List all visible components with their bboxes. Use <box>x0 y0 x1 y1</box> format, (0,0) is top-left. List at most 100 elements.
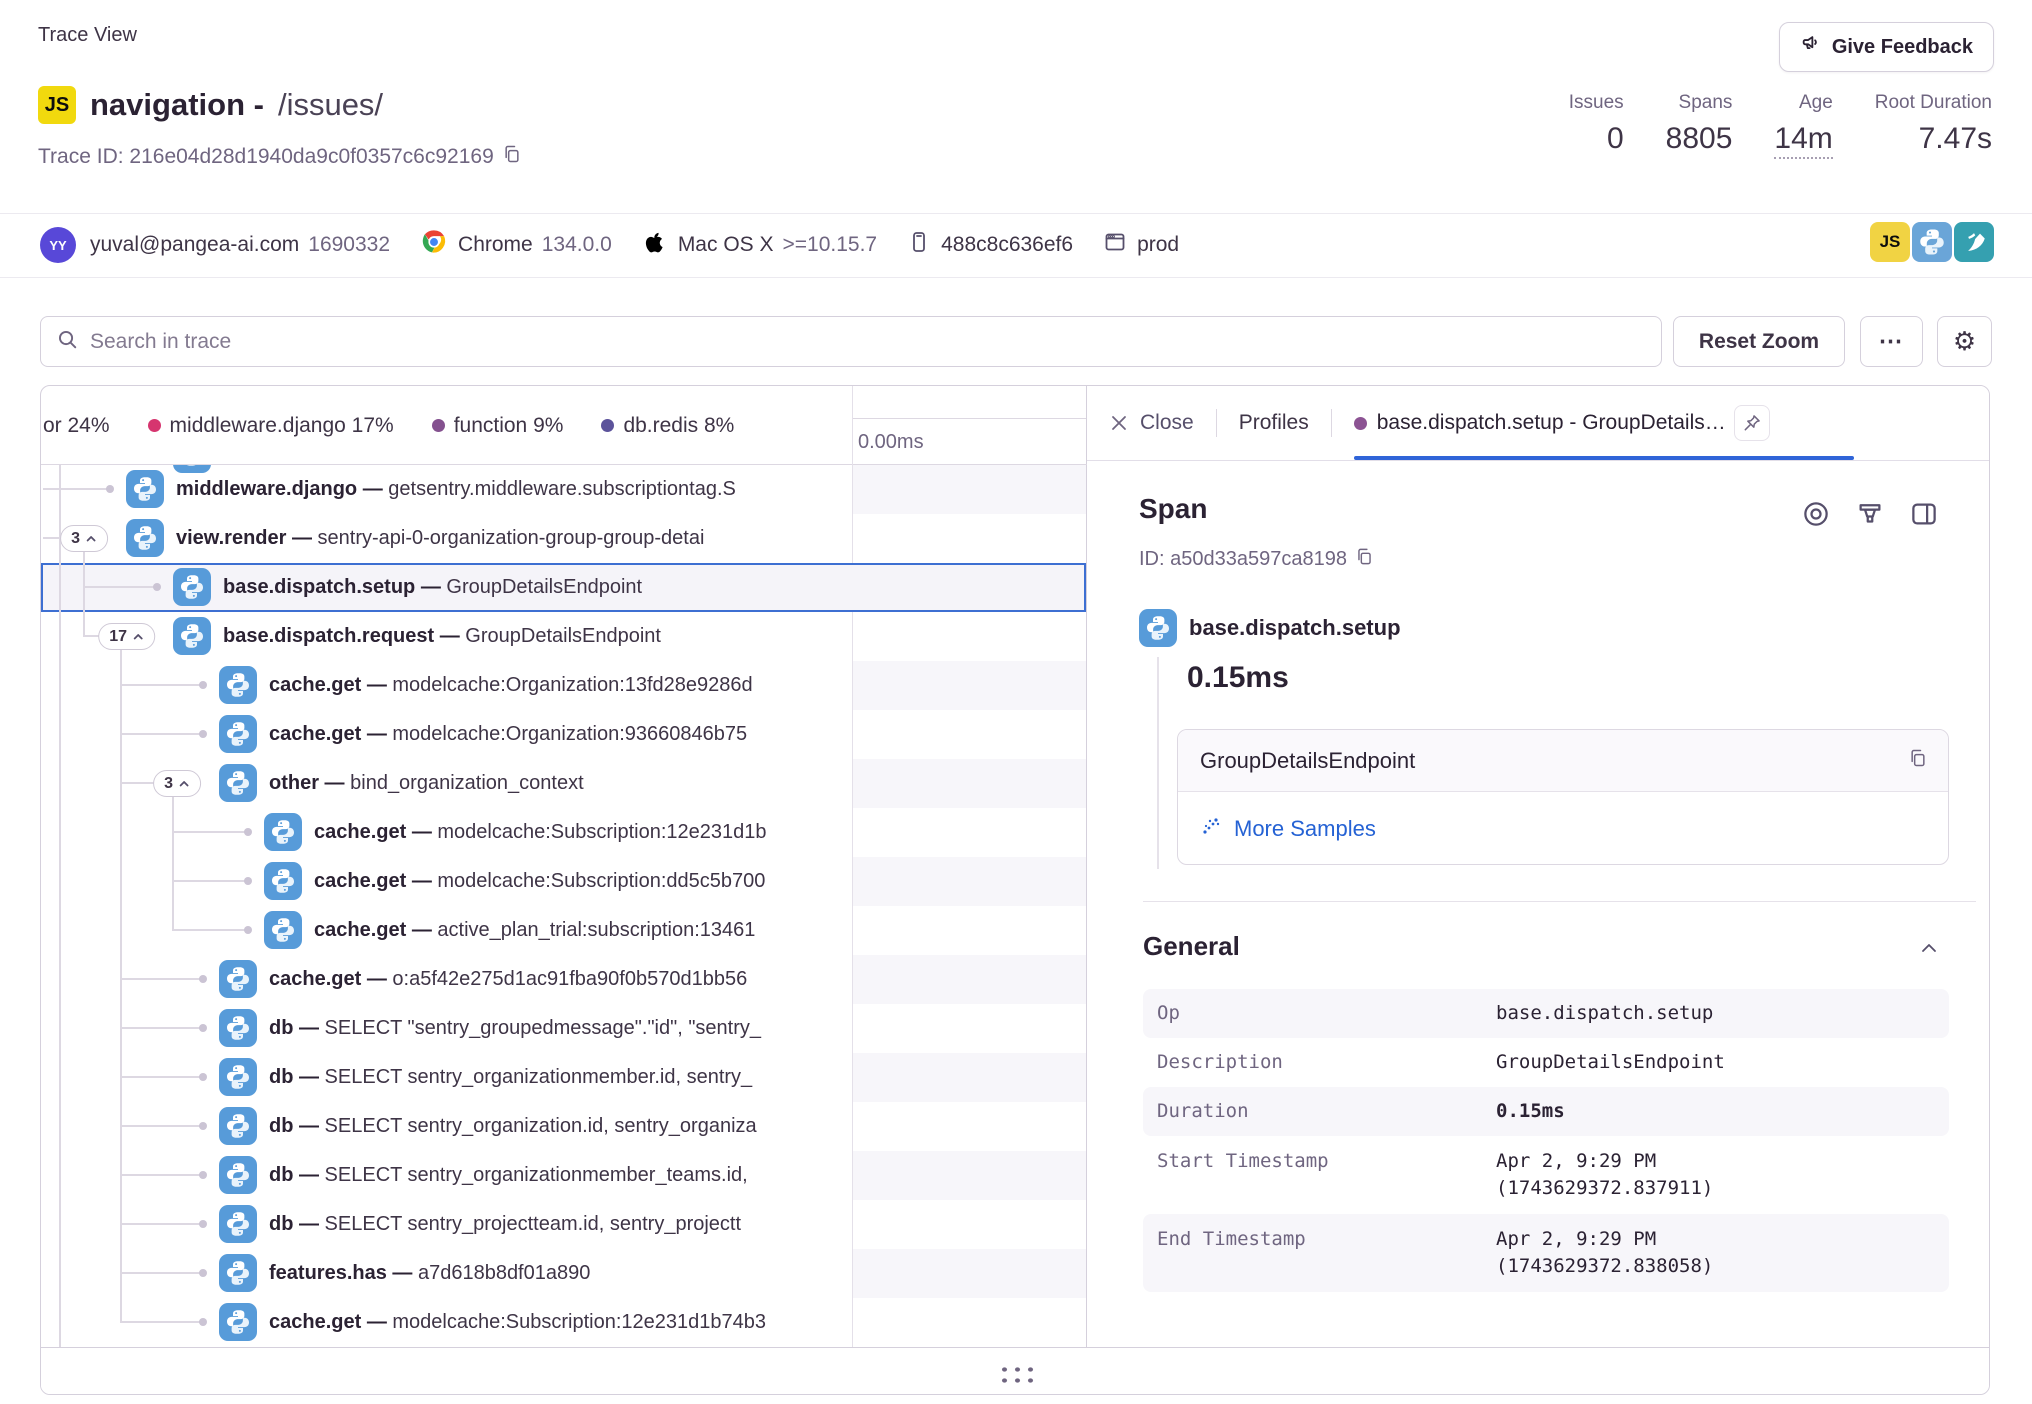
python-project-icon <box>1912 222 1952 262</box>
span-row-cache.get[interactable]: cache.get — o:a5f42e275d1ac91fba90f0b570… <box>41 955 1086 1004</box>
tree-connector-dot <box>199 1220 207 1228</box>
trace-title: JS navigation - /issues/ <box>38 86 383 124</box>
span-row-db[interactable]: db — SELECT sentry_organization.id, sent… <box>41 1102 1086 1151</box>
span-row-db[interactable]: db — SELECT sentry_organizationmember_te… <box>41 1151 1086 1200</box>
trace-meta-row: YY yuval@pangea-ai.com 1690332 Chrome 13… <box>40 214 1179 276</box>
copy-icon[interactable] <box>1908 748 1928 774</box>
collapse-count-badge[interactable]: 3 <box>60 525 108 552</box>
span-duration-cell <box>852 1102 1086 1151</box>
python-icon <box>173 617 211 655</box>
device-icon <box>907 230 931 260</box>
span-duration-cell <box>852 661 1086 710</box>
environment-icon <box>1103 230 1127 260</box>
transaction-path: /issues/ <box>278 87 383 123</box>
tree-connector-line <box>120 1125 203 1127</box>
span-row-cache.get[interactable]: cache.get — modelcache:Organization:9366… <box>41 710 1086 759</box>
tree-connector-line <box>172 929 248 931</box>
focus-target-icon[interactable] <box>1799 497 1833 531</box>
general-attributes-table: Opbase.dispatch.setupDescriptionGroupDet… <box>1143 989 1949 1292</box>
tree-connector-line <box>120 684 203 686</box>
tree-connector-line <box>120 1027 203 1029</box>
span-heading: Span <box>1139 493 1207 525</box>
span-row-label: view.render — sentry-api-0-organization-… <box>176 514 846 563</box>
tree-connector-dot <box>199 975 207 983</box>
span-row-db[interactable]: db — SELECT sentry_organizationmember.id… <box>41 1053 1086 1102</box>
collapse-count-badge[interactable]: 3 <box>153 770 201 797</box>
collapse-count-badge[interactable]: 17 <box>98 623 155 650</box>
span-row-cache.get[interactable]: cache.get — modelcache:Subscription:dd5c… <box>41 857 1086 906</box>
legend-item-middleware-django[interactable]: middleware.django 17% <box>148 414 394 438</box>
python-icon <box>264 862 302 900</box>
tree-connector-line <box>172 831 248 833</box>
legend-color-dot <box>432 419 445 432</box>
tree-connector-dot <box>199 1073 207 1081</box>
legend-item-or[interactable]: or 24% <box>43 414 110 438</box>
span-row-db[interactable]: db — SELECT sentry_projectteam.id, sentr… <box>41 1200 1086 1249</box>
legend-item-function[interactable]: function 9% <box>432 414 564 438</box>
tab-separator <box>1216 409 1217 437</box>
tree-connector-dot <box>244 877 252 885</box>
give-feedback-button[interactable]: Give Feedback <box>1779 22 1994 72</box>
span-duration-cell <box>852 710 1086 759</box>
tree-connector-line <box>83 586 157 588</box>
span-row-label: db — SELECT sentry_organizationmember.id… <box>269 1053 846 1102</box>
section-divider <box>1143 901 1976 902</box>
span-row-middleware.django[interactable]: middleware.django — getsentry.middleware… <box>41 465 1086 514</box>
span-row-other[interactable]: 3other — bind_organization_context <box>41 759 1086 808</box>
span-row-cache.get[interactable]: cache.get — active_plan_trial:subscripti… <box>41 906 1086 955</box>
stat-issues: Issues0 <box>1569 92 1624 159</box>
legend-item-db-redis[interactable]: db.redis 8% <box>601 414 734 438</box>
time-axis-marker: 0.00ms <box>852 418 1086 465</box>
close-tab-button[interactable]: Close <box>1109 411 1194 435</box>
attribute-value: base.dispatch.setup <box>1496 989 1713 1038</box>
stat-label: Root Duration <box>1875 92 1992 114</box>
tree-connector-line <box>120 1272 203 1274</box>
split-panel-icon[interactable] <box>1907 497 1941 531</box>
zoom-to-span-icon[interactable] <box>1853 497 1887 531</box>
span-row-cache.get[interactable]: cache.get — modelcache:Subscription:12e2… <box>41 1298 1086 1347</box>
tree-connector-line <box>120 733 203 735</box>
stat-spans: Spans8805 <box>1666 92 1733 159</box>
trace-id: Trace ID: 216e04d28d1940da9c0f0357c6c921… <box>38 144 522 170</box>
tree-connector-dot <box>199 1269 207 1277</box>
tree-connector-line <box>120 978 203 980</box>
span-row-db[interactable]: db — SELECT "sentry_groupedmessage"."id"… <box>41 1004 1086 1053</box>
attribute-row-op: Opbase.dispatch.setup <box>1143 989 1949 1038</box>
copy-icon[interactable] <box>1355 547 1374 572</box>
more-options-button[interactable]: ⋯ <box>1860 316 1923 367</box>
duration-column-divider <box>852 386 853 1347</box>
span-row-features.has[interactable]: features.has — a7d618b8df01a890 <box>41 1249 1086 1298</box>
drag-handle[interactable] <box>996 1361 1035 1383</box>
span-row-base.dispatch.request[interactable]: 17base.dispatch.request — GroupDetailsEn… <box>41 612 1086 661</box>
search-input[interactable] <box>90 330 1645 354</box>
pin-tab-button[interactable] <box>1734 405 1770 441</box>
tree-connector-dot <box>199 1318 207 1326</box>
span-row-cache.get[interactable]: cache.get — modelcache:Organization:13fd… <box>41 661 1086 710</box>
search-icon <box>57 329 78 355</box>
python-icon <box>219 1205 257 1243</box>
span-row-label: cache.get — modelcache:Organization:9366… <box>269 710 846 759</box>
javascript-platform-badge: JS <box>38 86 76 124</box>
collapse-chevron-icon[interactable] <box>1917 937 1941 966</box>
more-samples-link[interactable]: More Samples <box>1234 816 1376 842</box>
megaphone-icon <box>1800 33 1822 61</box>
stat-value: 8805 <box>1666 122 1733 156</box>
detail-tabs: Close Profiles base.dispatch.setup - Gro… <box>1087 386 1989 461</box>
span-tree-panel: or 24% middleware.django 17% function 9% db… <box>41 386 1087 1347</box>
span-row-view.render[interactable]: 3 view.render — sentry-api-0-organization… <box>41 514 1086 563</box>
span-row-base.dispatch.setup[interactable]: base.dispatch.setup — GroupDetailsEndpoi… <box>41 563 1086 612</box>
project-platform-icons: JS <box>1870 222 1994 262</box>
tab-profiles[interactable]: Profiles <box>1239 411 1309 435</box>
attribute-value: 0.15ms <box>1496 1087 1565 1136</box>
span-row-cache.get[interactable]: cache.get — modelcache:Subscription:12e2… <box>41 808 1086 857</box>
settings-gear-button[interactable]: ⚙ <box>1937 316 1992 367</box>
tree-connector-dot <box>199 681 207 689</box>
stat-label: Issues <box>1569 92 1624 114</box>
python-icon <box>219 715 257 753</box>
copy-icon[interactable] <box>502 144 522 170</box>
reset-zoom-button[interactable]: Reset Zoom <box>1673 316 1845 367</box>
page-title: Trace View <box>38 24 137 47</box>
python-icon <box>264 911 302 949</box>
tab-span-active[interactable]: base.dispatch.setup - GroupDetails… <box>1354 411 1726 435</box>
tree-connector-line <box>120 1321 203 1323</box>
